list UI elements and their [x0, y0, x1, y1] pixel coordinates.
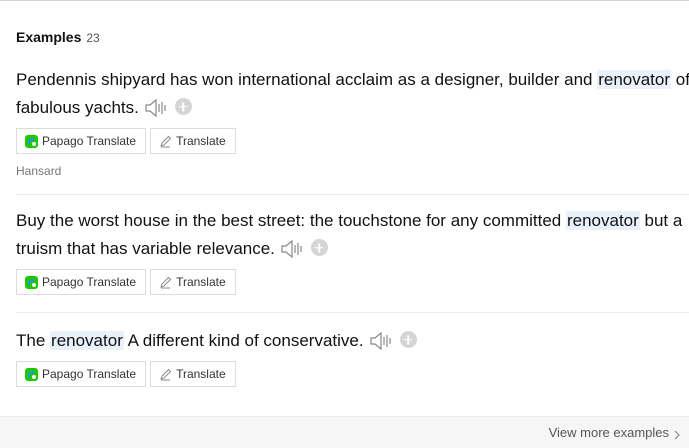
speaker-icon[interactable] — [369, 331, 394, 350]
view-more-label: View more examples — [548, 425, 669, 440]
sentence-text-before: The — [16, 331, 51, 350]
papago-icon — [25, 275, 38, 289]
example-source: Hansard — [16, 164, 62, 178]
pen-icon — [159, 368, 172, 381]
papago-translate-label: Papago Translate — [42, 134, 137, 148]
example-sentence: The renovator A different kind of conser… — [16, 327, 689, 355]
translate-buttons: Papago Translate Translate — [16, 361, 236, 387]
papago-translate-button[interactable]: Papago Translate — [16, 361, 147, 387]
keyword-highlight: renovator — [50, 331, 124, 350]
sentence-text-before: Buy the worst house in the best street: … — [16, 211, 566, 230]
keyword-highlight: renovator — [565, 211, 640, 230]
translate-buttons: Papago Translate Translate — [16, 128, 236, 154]
translate-buttons: Papago Translate Translate — [16, 269, 236, 295]
papago-translate-label: Papago Translate — [42, 275, 137, 289]
translate-label: Translate — [176, 134, 226, 148]
example-sentence: Buy the worst house in the best street: … — [16, 207, 689, 263]
translate-button[interactable]: Translate — [150, 269, 236, 295]
example-sentence: Pendennis shipyard has won international… — [16, 66, 689, 122]
pen-icon — [159, 135, 172, 148]
translate-button[interactable]: Translate — [150, 361, 236, 387]
papago-translate-label: Papago Translate — [42, 367, 137, 381]
example-divider — [16, 194, 689, 195]
translate-button[interactable]: Translate — [150, 128, 236, 154]
top-divider — [0, 0, 689, 1]
papago-translate-button[interactable]: Papago Translate — [16, 269, 147, 295]
view-more-examples-link[interactable]: View more examples — [549, 425, 681, 440]
pen-icon — [159, 276, 172, 289]
sentence-text-after: A different kind of conservative. — [123, 331, 364, 350]
add-icon[interactable] — [174, 98, 192, 116]
chevron-right-icon — [673, 428, 681, 439]
examples-header: Examples 23 — [16, 29, 100, 47]
section-title: Examples — [16, 29, 82, 45]
examples-footer: View more examples — [0, 416, 689, 448]
sentence-text-before: Pendennis shipyard has won international… — [16, 70, 598, 89]
papago-icon — [25, 367, 38, 381]
translate-label: Translate — [176, 367, 226, 381]
speaker-icon[interactable] — [145, 98, 169, 117]
examples-count: 23 — [86, 31, 100, 45]
papago-icon — [25, 134, 38, 148]
papago-translate-button[interactable]: Papago Translate — [16, 128, 147, 154]
keyword-highlight: renovator — [597, 70, 672, 89]
translate-label: Translate — [176, 275, 226, 289]
example-divider — [16, 312, 689, 313]
add-icon[interactable] — [399, 331, 417, 349]
add-icon[interactable] — [310, 239, 328, 257]
speaker-icon[interactable] — [281, 239, 305, 258]
